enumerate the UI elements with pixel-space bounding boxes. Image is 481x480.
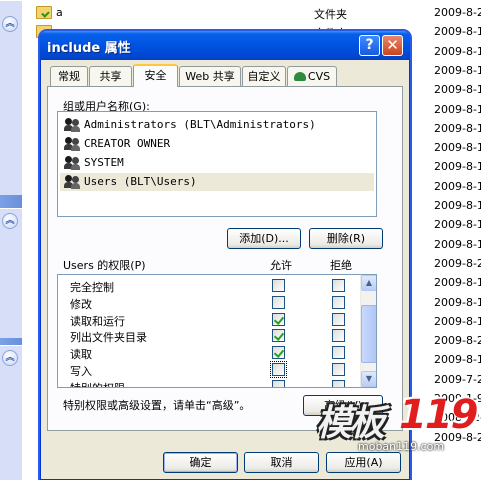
file-date: 2009-8-1: [434, 314, 481, 328]
file-date: 2009-8-1: [434, 218, 481, 232]
file-date: 2009-8-2: [434, 256, 481, 270]
allow-checkbox[interactable]: [272, 312, 285, 326]
scroll-thumb[interactable]: [361, 305, 376, 363]
deny-checkbox[interactable]: [332, 312, 345, 326]
user-name: CREATOR OWNER: [84, 137, 171, 150]
deny-checkbox[interactable]: [332, 279, 345, 292]
allow-checkbox[interactable]: [272, 379, 285, 387]
cancel-button[interactable]: 取消: [244, 452, 319, 473]
permission-name: 读取: [70, 348, 92, 362]
permission-row: 特别的权限: [58, 378, 362, 387]
permission-row: 写入: [58, 361, 362, 378]
file-date: 2009-8-1: [434, 141, 481, 155]
file-date: 2009-8-1: [434, 102, 481, 116]
deny-header: 拒绝: [330, 259, 352, 272]
permission-row: 读取: [58, 344, 362, 361]
chevron-up-icon[interactable]: ︽: [2, 16, 18, 32]
file-date: 2009-8-1: [434, 63, 481, 77]
list-item[interactable]: SYSTEM: [60, 154, 374, 172]
user-name: Administrators (BLT\Administrators): [84, 118, 316, 131]
allow-checkbox[interactable]: [270, 361, 287, 378]
add-button[interactable]: 添加(D)...: [227, 228, 301, 249]
allow-checkbox[interactable]: [272, 295, 285, 309]
list-item[interactable]: Administrators (BLT\Administrators): [60, 116, 374, 134]
file-name: a: [56, 6, 63, 19]
file-date: 2009-7-2: [434, 372, 481, 386]
deny-checkbox[interactable]: [332, 346, 345, 360]
allow-checkbox[interactable]: [272, 329, 285, 343]
permissions-label: Users 的权限(P): [63, 259, 146, 272]
deny-checkbox[interactable]: [332, 379, 345, 387]
folder-icon: [36, 6, 52, 19]
list-item[interactable]: Users (BLT\Users): [60, 173, 374, 191]
remove-button[interactable]: 删除(R): [309, 228, 383, 249]
scroll-down-icon[interactable]: ▼: [361, 371, 376, 387]
file-date: 2009-8-1: [434, 237, 481, 251]
user-group-icon: [64, 117, 80, 132]
file-date: 2008-12-: [434, 411, 481, 425]
user-group-icon: [64, 155, 80, 170]
advanced-hint: 特别权限或高级设置，请单击“高级”。: [63, 399, 251, 412]
advanced-button[interactable]: 高级(V): [303, 395, 383, 416]
permission-row: 列出文件夹目录: [58, 327, 362, 344]
chevron-up-icon[interactable]: ︽: [2, 350, 18, 366]
allow-checkbox[interactable]: [272, 279, 285, 292]
permission-name: 读取和运行: [70, 314, 125, 328]
permission-row: 读取和运行: [58, 311, 362, 328]
deny-checkbox[interactable]: [332, 295, 345, 309]
permission-name: 写入: [70, 365, 92, 378]
permissions-list: 完全控制修改读取和运行列出文件夹目录读取写入特别的权限 ▲ ▼: [57, 274, 377, 388]
deny-checkbox[interactable]: [332, 363, 345, 376]
scroll-up-icon[interactable]: ▲: [361, 275, 376, 291]
permission-row: 修改: [58, 294, 362, 311]
permission-name: 特别的权限: [70, 380, 125, 387]
file-date: 2009-8-1: [434, 160, 481, 174]
deny-checkbox[interactable]: [332, 329, 345, 343]
list-item[interactable]: CREATOR OWNER: [60, 135, 374, 153]
file-date: 2009-8-2: [434, 6, 481, 19]
file-date: 2009-8-1: [434, 179, 481, 193]
file-date: 2009-8-1: [434, 44, 481, 58]
file-row[interactable]: a 文件夹 2009-8-2: [22, 4, 481, 22]
apply-button[interactable]: 应用(A): [326, 452, 401, 473]
file-date: 2009-8-1: [434, 83, 481, 97]
permission-name: 修改: [70, 297, 92, 311]
file-date: 2009-8-1: [434, 276, 481, 290]
file-type: 文件夹: [314, 8, 347, 21]
file-date: 2009-8-2: [434, 334, 481, 348]
properties-dialog: include 属性 ? ✕ 常规 共享 安全 Web 共享 自定义 CVS 组…: [40, 31, 410, 480]
ok-button[interactable]: 确定: [163, 452, 238, 473]
permission-name: 列出文件夹目录: [70, 331, 147, 345]
user-group-icon: [64, 174, 80, 189]
file-date: 2009-8-1: [434, 121, 481, 135]
file-date: 2009-1-9: [434, 392, 481, 405]
file-date: 2009-8-1: [434, 295, 481, 309]
user-group-icon: [64, 136, 80, 151]
scrollbar[interactable]: ▲ ▼: [360, 275, 376, 387]
file-date: 2009-8-1: [434, 199, 481, 212]
file-date: 2009-8-1: [434, 353, 481, 367]
permission-name: 完全控制: [70, 281, 114, 294]
allow-header: 允许: [270, 259, 292, 272]
user-list[interactable]: Administrators (BLT\Administrators) CREA…: [57, 111, 377, 217]
chevron-up-icon[interactable]: ︽: [2, 213, 18, 229]
permission-row: 完全控制: [58, 277, 362, 294]
task-pane: ︽ ︽ ︽: [0, 0, 22, 480]
file-date: 2009-8-2: [434, 430, 481, 444]
allow-checkbox[interactable]: [272, 346, 285, 360]
user-name: SYSTEM: [84, 156, 124, 169]
file-date: 2009-8-1: [434, 25, 481, 39]
user-name: Users (BLT\Users): [84, 175, 197, 188]
